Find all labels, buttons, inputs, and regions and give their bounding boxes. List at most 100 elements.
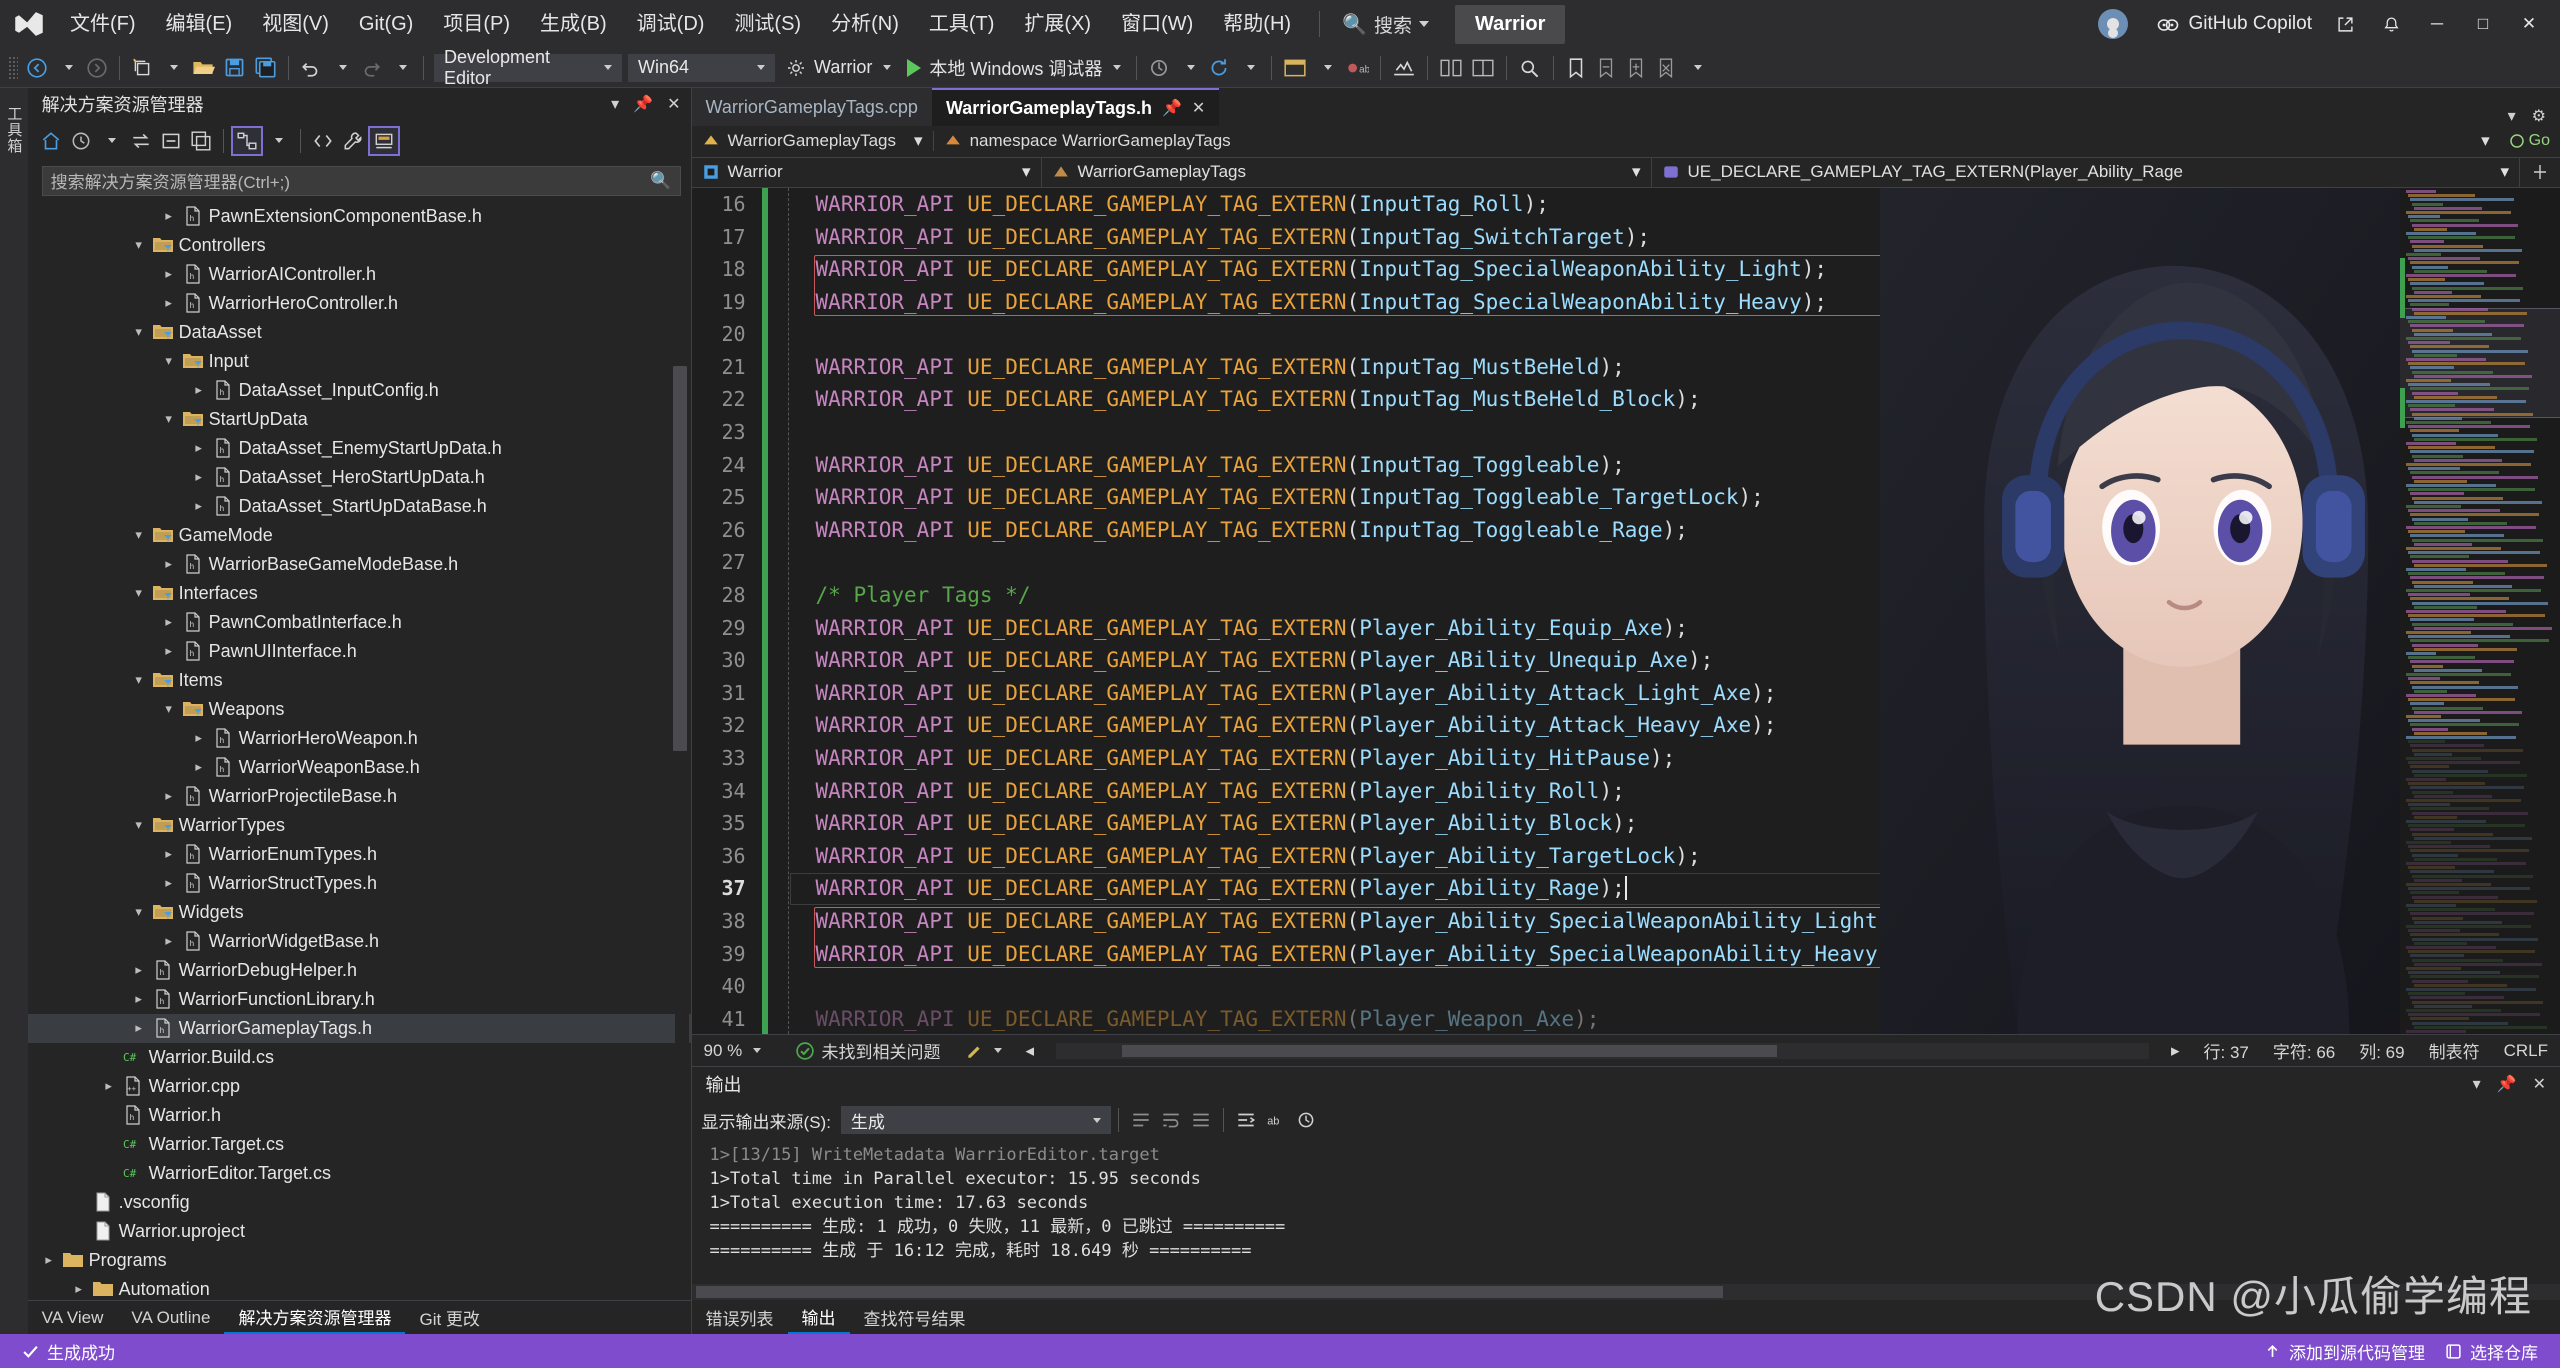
code-line[interactable]: 34 WARRIOR_API UE_DECLARE_GAMEPLAY_TAG_EX…	[692, 774, 1880, 808]
code-line[interactable]: 37 WARRIOR_API UE_DECLARE_GAMEPLAY_TAG_EX…	[692, 872, 1880, 905]
toolbox-rail[interactable]: 工具箱	[0, 88, 28, 1334]
sync-with-active-icon[interactable]	[126, 126, 156, 156]
tree-item[interactable]: ▸ h PawnUIInterface.h	[28, 637, 691, 666]
code-text[interactable]	[790, 318, 829, 351]
breadcrumb-overflow[interactable]: ▾	[2471, 126, 2500, 157]
code-text[interactable]: WARRIOR_API UE_DECLARE_GAMEPLAY_TAG_EXTE…	[790, 514, 1688, 547]
code-text[interactable]: WARRIOR_API UE_DECLARE_GAMEPLAY_TAG_EXTE…	[790, 1003, 1600, 1034]
startup-project-selector[interactable]: Warrior	[778, 57, 899, 78]
tree-item[interactable]: ▸ h DataAsset_EnemyStartUpData.h	[28, 434, 691, 463]
scrollbar-thumb[interactable]	[1121, 1044, 1778, 1057]
chevron-down-icon[interactable]: ▾	[158, 353, 180, 369]
tree-item[interactable]: h Warrior.h	[28, 1101, 691, 1130]
redo-icon[interactable]	[356, 53, 386, 83]
solution-tree[interactable]: ▸ h PawnExtensionComponentBase.h ▾ Controlle…	[27, 201, 691, 1301]
code-line[interactable]: 16 WARRIOR_API UE_DECLARE_GAMEPLAY_TAG_EX…	[692, 187, 1880, 221]
code-lines[interactable]: 16 WARRIOR_API UE_DECLARE_GAMEPLAY_TAG_EX…	[692, 187, 1880, 1035]
toolbar-grip[interactable]	[8, 55, 18, 80]
chevron-right-icon[interactable]: ▸	[128, 1020, 150, 1036]
tree-item[interactable]: ▸ h WarriorProjectileBase.h	[28, 782, 691, 811]
close-icon[interactable]: ✕	[1192, 98, 1205, 118]
code-text[interactable]: WARRIOR_API UE_DECLARE_GAMEPLAY_TAG_EXTE…	[790, 449, 1625, 482]
code-line[interactable]: 23	[692, 416, 1880, 449]
tree-item[interactable]: ▾ DataAsset	[28, 318, 691, 347]
refresh-icon[interactable]	[1204, 53, 1234, 83]
chevron-right-icon[interactable]: ▸	[158, 295, 180, 311]
chevron-right-icon[interactable]: ▸	[158, 556, 180, 572]
code-text[interactable]: WARRIOR_API UE_DECLARE_GAMEPLAY_TAG_EXTE…	[790, 351, 1625, 384]
breakpoints-icon[interactable]: ab	[1341, 53, 1373, 83]
chevron-right-icon[interactable]: ▸	[128, 962, 150, 978]
code-line[interactable]: 36 WARRIOR_API UE_DECLARE_GAMEPLAY_TAG_EX…	[692, 839, 1880, 873]
tree-scrollbar[interactable]	[672, 201, 689, 1301]
code-minimap[interactable]	[2400, 187, 2560, 1035]
tree-item[interactable]: ▾ Items	[28, 666, 691, 695]
code-text[interactable]: WARRIOR_API UE_DECLARE_GAMEPLAY_TAG_EXTE…	[790, 644, 1714, 677]
panel-menu-icon[interactable]: ▾	[611, 94, 619, 114]
tree-item[interactable]: ▾ Widgets	[28, 898, 691, 927]
tree-item[interactable]: ▸ h DataAsset_InputConfig.h	[28, 376, 691, 405]
chevron-right-icon[interactable]: ▸	[158, 266, 180, 282]
github-copilot-button[interactable]: GitHub Copilot	[2146, 12, 2322, 36]
code-text[interactable]: WARRIOR_API UE_DECLARE_GAMEPLAY_TAG_EXTE…	[790, 905, 1880, 938]
configuration-dropdown[interactable]: Development Editor	[434, 47, 622, 88]
tree-item[interactable]: C# Warrior.Target.cs	[28, 1130, 691, 1159]
avatar[interactable]	[2098, 9, 2129, 39]
layout-dropdown-icon[interactable]	[1311, 53, 1341, 83]
chevron-right-icon[interactable]: ▸	[158, 788, 180, 804]
bookmark-next-icon[interactable]	[1621, 53, 1651, 83]
code-editor-area[interactable]: 16 WARRIOR_API UE_DECLARE_GAMEPLAY_TAG_EX…	[691, 187, 2560, 1035]
run-debugger-button[interactable]: 本地 Windows 调试器	[899, 55, 1129, 81]
tree-item[interactable]: ▸ h DataAsset_HeroStartUpData.h	[28, 463, 691, 492]
attach-process-icon[interactable]	[1144, 53, 1174, 83]
code-line[interactable]: 39 WARRIOR_API UE_DECLARE_GAMEPLAY_TAG_EX…	[692, 937, 1880, 971]
preview-selected-icon[interactable]	[367, 125, 400, 156]
tree-item[interactable]: Warrior.uproject	[28, 1217, 691, 1246]
zoom-level-control[interactable]: 90 %	[692, 1041, 784, 1061]
chevron-down-icon[interactable]: ▾	[128, 527, 150, 543]
tab-va-outline[interactable]: VA Outline	[117, 1301, 224, 1334]
code-line[interactable]: 26 WARRIOR_API UE_DECLARE_GAMEPLAY_TAG_EX…	[692, 513, 1880, 547]
tree-item[interactable]: ▸ h WarriorEnumTypes.h	[28, 840, 691, 869]
solution-search-input[interactable]: 搜索解决方案资源管理器(Ctrl+;) 🔍	[41, 165, 681, 196]
chevron-right-icon[interactable]: ▸	[188, 730, 210, 746]
code-text[interactable]: WARRIOR_API UE_DECLARE_GAMEPLAY_TAG_EXTE…	[790, 253, 1828, 286]
chevron-down-icon[interactable]: ▾	[128, 324, 150, 340]
new-project-icon[interactable]	[127, 53, 157, 83]
tree-item[interactable]: ▸ ++ Warrior.cpp	[28, 1072, 691, 1101]
menu-file[interactable]: 文件(F)	[56, 8, 150, 40]
notifications-icon[interactable]	[2368, 0, 2414, 48]
chevron-down-icon[interactable]: ▾	[128, 585, 150, 601]
output-source-dropdown[interactable]: 生成	[840, 1106, 1111, 1134]
tree-item[interactable]: ▸ h WarriorAIController.h	[28, 260, 691, 289]
code-line[interactable]: 35 WARRIOR_API UE_DECLARE_GAMEPLAY_TAG_EX…	[692, 807, 1880, 840]
pending-dropdown-icon[interactable]	[96, 126, 126, 156]
code-text[interactable]: WARRIOR_API UE_DECLARE_GAMEPLAY_TAG_EXTE…	[790, 775, 1625, 808]
code-line[interactable]: 29 WARRIOR_API UE_DECLARE_GAMEPLAY_TAG_EX…	[692, 611, 1880, 645]
pin-icon[interactable]: 📌	[1162, 98, 1182, 118]
chevron-right-icon[interactable]: ▸	[128, 991, 150, 1007]
code-line[interactable]: 40	[692, 970, 1880, 1003]
bookmark-icon[interactable]	[1561, 53, 1591, 83]
bookmark-clear-icon[interactable]	[1651, 53, 1681, 83]
save-all-icon[interactable]	[250, 53, 281, 83]
tree-item[interactable]: ▸ h WarriorWidgetBase.h	[28, 927, 691, 956]
output-text[interactable]: 1>[13/15] WriteMetadata WarriorEditor.ta…	[691, 1139, 2560, 1284]
tree-item[interactable]: ▾ WarriorTypes	[28, 811, 691, 840]
chevron-right-icon[interactable]: ▸	[158, 875, 180, 891]
scroll-left-icon[interactable]: ◂	[1014, 1041, 1047, 1061]
scrollbar-thumb[interactable]	[695, 1286, 1724, 1298]
tree-item[interactable]: ▸ h WarriorDebugHelper.h	[28, 956, 691, 985]
code-text[interactable]: WARRIOR_API UE_DECLARE_GAMEPLAY_TAG_EXTE…	[790, 742, 1676, 775]
tree-item[interactable]: ▸ h WarriorGameplayTags.h	[27, 1013, 691, 1043]
output-word-wrap-icon[interactable]	[1231, 1105, 1261, 1135]
quick-actions-icon[interactable]	[953, 1042, 1014, 1060]
menu-build[interactable]: 生成(B)	[526, 8, 621, 40]
context-member-dropdown[interactable]: UE_DECLARE_GAMEPLAY_TAG_EXTERN(Player_Ab…	[1652, 157, 2520, 187]
pin-icon[interactable]: 📌	[2497, 1074, 2517, 1094]
code-line[interactable]: 31 WARRIOR_API UE_DECLARE_GAMEPLAY_TAG_EX…	[692, 676, 1880, 710]
diagnostics-icon[interactable]	[1388, 53, 1420, 83]
pending-changes-icon[interactable]	[66, 126, 96, 156]
new-project-dropdown-icon[interactable]	[157, 53, 187, 83]
open-folder-icon[interactable]	[187, 53, 219, 83]
